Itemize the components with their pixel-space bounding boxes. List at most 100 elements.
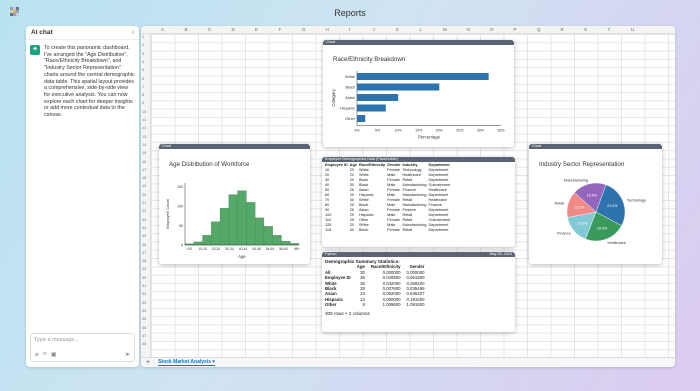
column-header-f[interactable]: F [279, 27, 282, 32]
python-output-card[interactable]: Python May 30, 2024 Demographic Summary … [322, 252, 515, 332]
x-tick-label: 20% [436, 129, 444, 133]
assistant-avatar-icon: ✦ [30, 45, 40, 55]
column-header-c[interactable]: C [208, 27, 211, 32]
paperclip-icon[interactable]: ⌀ [35, 351, 39, 358]
row-header-13[interactable]: 13 [142, 135, 146, 139]
row-header-18[interactable]: 18 [142, 176, 146, 180]
row-header-19[interactable]: 19 [142, 184, 146, 188]
column-header-s[interactable]: S [584, 27, 587, 32]
column-header-m[interactable]: M [443, 27, 447, 32]
chat-header: AI chat ‹ [26, 26, 139, 40]
row-header-27[interactable]: 27 [142, 251, 146, 255]
column-header-b[interactable]: B [185, 27, 188, 32]
row-header-25[interactable]: 25 [142, 234, 146, 238]
y-tick-label: 150 [177, 185, 183, 189]
row-header-6[interactable]: 6 [142, 77, 144, 81]
sheet-tab-label: Stock Market Analysis [158, 359, 211, 365]
summary-row: Other 8 1.009600 1.091500 [325, 302, 427, 307]
column-header-d[interactable]: D [232, 27, 235, 32]
row-header-11[interactable]: 11 [142, 118, 146, 122]
row-header-31[interactable]: 31 [142, 284, 146, 288]
column-header-a[interactable]: A [161, 27, 164, 32]
link-icon[interactable]: ∞ [43, 351, 47, 358]
industry-sector-chart-card[interactable]: Chart Industry Sector Representation 23.0… [529, 144, 662, 264]
row-header-5[interactable]: 5 [142, 68, 144, 72]
image-icon[interactable]: ▣ [51, 351, 57, 358]
send-icon[interactable]: ➤ [125, 351, 130, 358]
column-header-g[interactable]: G [302, 27, 306, 32]
row-header-2[interactable]: 2 [142, 43, 144, 47]
column-header-u[interactable]: U [631, 27, 634, 32]
row-header-32[interactable]: 32 [142, 292, 146, 296]
column-header-o[interactable]: O [490, 27, 494, 32]
row-header-35[interactable]: 35 [142, 317, 146, 321]
row-header-15[interactable]: 15 [142, 151, 146, 155]
x-tick-label: 54-64 [266, 247, 275, 251]
sheet-tab-stock-market-analysis[interactable]: Stock Market Analysis ▾ [158, 359, 215, 366]
column-header-t[interactable]: T [608, 27, 611, 32]
age-distribution-chart: Age Distribution of Workforce 0 50 100 150 <1… [165, 161, 300, 259]
row-header-22[interactable]: 22 [142, 209, 146, 213]
table-cell: Female [387, 167, 400, 172]
table-cell: Manufacturing [402, 202, 427, 207]
row-header-21[interactable]: 21 [142, 201, 146, 205]
slice-label: Finance [557, 231, 571, 235]
add-sheet-button[interactable]: + [146, 359, 150, 366]
column-header-h[interactable]: H [326, 27, 329, 32]
row-header-16[interactable]: 16 [142, 160, 146, 164]
row-header-26[interactable]: 26 [142, 243, 146, 247]
row-header-38[interactable]: 38 [142, 342, 146, 346]
table-cell: 1.091500 [406, 302, 425, 308]
column-header-p[interactable]: P [514, 27, 517, 32]
chart-tag-label: Chart [532, 144, 542, 148]
race-ethnicity-chart-card[interactable]: Chart Race/Ethnicity Breakdown White Black… [323, 40, 514, 147]
row-header-4[interactable]: 4 [142, 60, 144, 64]
y-tick-label: 100 [177, 205, 183, 209]
row-header-3[interactable]: 3 [142, 52, 144, 56]
collapse-icon[interactable]: ‹ [132, 29, 134, 36]
column-header-n[interactable]: N [467, 27, 470, 32]
employee-demographics-table-card[interactable]: Employee Demographics Data (Placeholder)… [322, 157, 515, 247]
row-header-24[interactable]: 24 [142, 226, 146, 230]
table-cell: Other [325, 302, 337, 308]
column-header-e[interactable]: E [255, 27, 258, 32]
row-header-10[interactable]: 10 [142, 110, 146, 114]
row-header-30[interactable]: 30 [142, 276, 146, 280]
column-header-k[interactable]: K [396, 27, 399, 32]
column-header-q[interactable]: Q [537, 27, 541, 32]
row-header-34[interactable]: 34 [142, 309, 146, 313]
column-header-j[interactable]: J [373, 27, 375, 32]
chart-title: Race/Ethnicity Breakdown [333, 56, 406, 63]
chevron-down-icon[interactable]: ▾ [212, 359, 215, 365]
column-heading: Age [349, 162, 357, 167]
chat-input[interactable]: Type a message... ⌀ ∞ ▣ ➤ [30, 333, 135, 362]
column-header-r[interactable]: R [561, 27, 564, 32]
table-cell: Female [387, 227, 400, 232]
row-header-23[interactable]: 23 [142, 218, 146, 222]
table-cell: Retail [402, 227, 413, 232]
row-header-37[interactable]: 37 [142, 334, 146, 338]
python-footer: 309 rows × 2 columns [325, 310, 370, 316]
row-header-17[interactable]: 17 [142, 168, 146, 172]
row-header-33[interactable]: 33 [142, 301, 146, 305]
row-header-36[interactable]: 36 [142, 326, 146, 330]
row-header-14[interactable]: 14 [142, 143, 146, 147]
histogram-bar [255, 217, 265, 246]
row-header-29[interactable]: 29 [142, 267, 146, 271]
age-distribution-chart-card[interactable]: Chart Age Distribution of Workforce 0 50 10… [159, 144, 310, 264]
row-header-20[interactable]: 20 [142, 193, 146, 197]
bar-other [357, 115, 366, 122]
row-header-8[interactable]: 8 [142, 93, 144, 97]
row-header-9[interactable]: 9 [142, 101, 144, 105]
x-tick-label: 25% [456, 129, 464, 133]
chart-title: Age Distribution of Workforce [169, 161, 250, 168]
chat-input-tools: ⌀ ∞ ▣ ➤ [35, 351, 130, 358]
column-header-i[interactable]: I [349, 27, 350, 32]
row-header-12[interactable]: 12 [142, 126, 146, 130]
chat-title: AI chat [31, 29, 53, 36]
table-cell: Department [428, 167, 449, 172]
row-header-28[interactable]: 28 [142, 259, 146, 263]
column-header-l[interactable]: L [420, 27, 423, 32]
row-header-1[interactable]: 1 [142, 35, 144, 39]
row-header-7[interactable]: 7 [142, 85, 144, 89]
